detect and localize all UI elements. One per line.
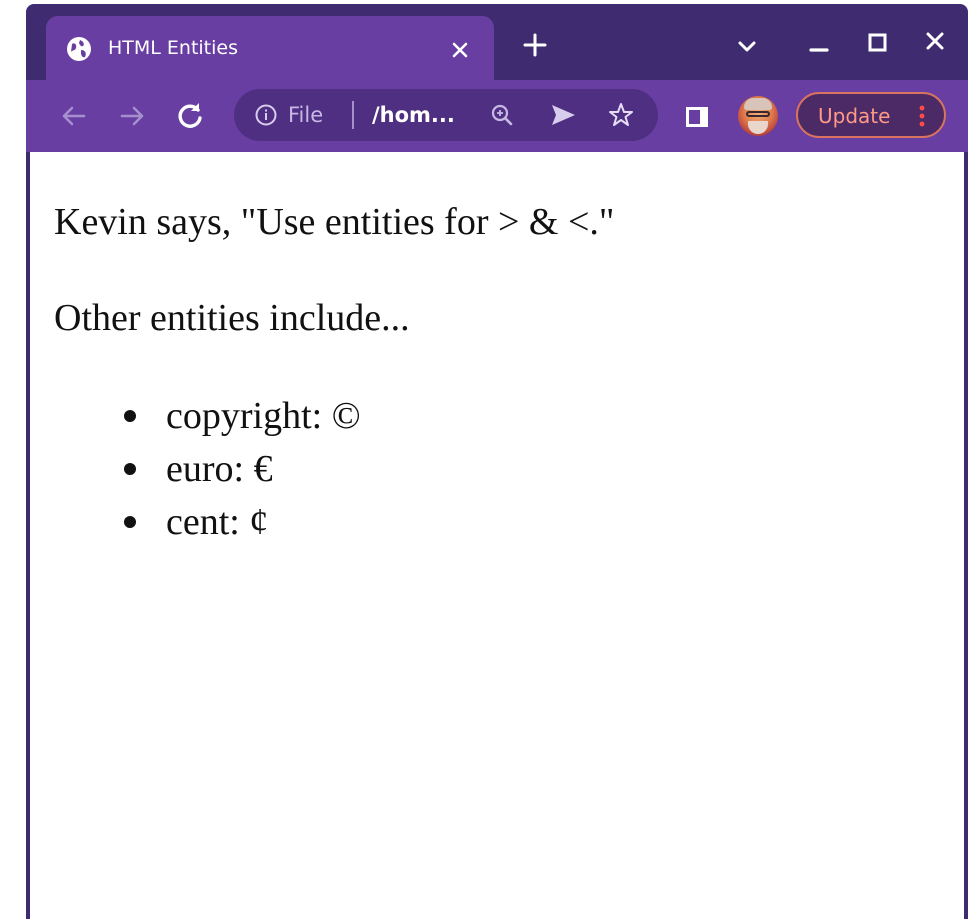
address-bar[interactable]: File /hom... [234,89,658,141]
list-item: copyright: © [122,390,361,443]
close-window-icon[interactable] [920,26,950,56]
forward-arrow-icon[interactable] [114,98,150,134]
paragraph-other-entities: Other entities include... [54,297,410,339]
profile-avatar[interactable] [738,96,778,136]
bookmark-star-icon[interactable] [606,100,636,130]
list-item: cent: ¢ [122,496,361,549]
browser-window: HTML Entities File /hom... Update Kevin … [26,4,968,919]
side-panel-icon[interactable] [682,102,712,132]
update-button[interactable]: Update [796,92,946,138]
url-path: /hom... [372,103,455,127]
tab-title: HTML Entities [108,37,239,59]
toolbar: File /hom... Update [26,80,968,152]
url-scheme: File [288,103,324,127]
minimize-icon[interactable] [804,30,834,60]
new-tab-icon[interactable] [520,30,550,60]
close-tab-icon[interactable] [446,36,474,64]
bullet [124,410,136,422]
send-icon[interactable] [548,101,578,129]
paragraph-quote: Kevin says, "Use entities for > & <." [54,201,615,243]
globe-icon [67,37,91,61]
info-icon[interactable] [254,103,278,127]
list-item: euro: € [122,443,361,496]
reload-icon[interactable] [172,98,208,134]
zoom-icon[interactable] [488,101,516,129]
back-arrow-icon[interactable] [56,98,92,134]
maximize-icon[interactable] [862,28,892,58]
update-label: Update [818,104,891,128]
bullet [124,463,136,475]
tab-html-entities[interactable]: HTML Entities [46,16,494,80]
tab-strip: HTML Entities [26,4,968,80]
more-vertical-icon[interactable] [916,104,928,128]
bullet [124,516,136,528]
chevron-down-icon[interactable] [732,32,762,62]
entity-list: copyright: © euro: € cent: ¢ [122,390,361,549]
url-divider [352,101,354,129]
page-content: Kevin says, "Use entities for > & <." Ot… [30,152,964,919]
